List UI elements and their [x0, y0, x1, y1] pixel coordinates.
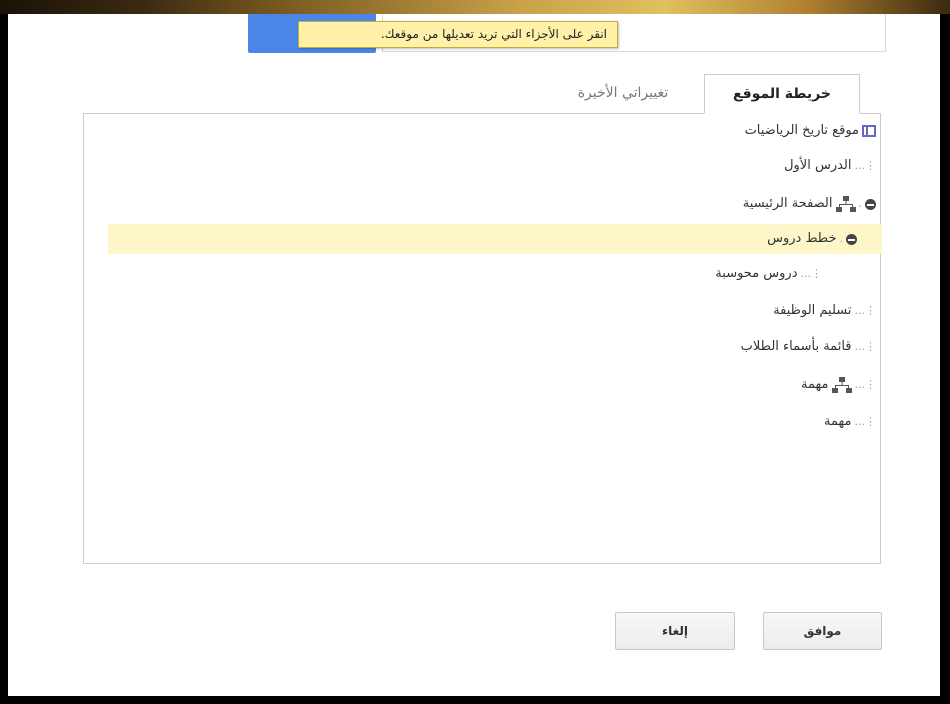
tree-connector-icon: ⋮...: [854, 378, 877, 391]
tree-connector-icon: ⋮...: [854, 340, 877, 353]
tree-item-label: موقع تاريخ الرياضيات: [744, 123, 859, 138]
site-icon: [862, 125, 876, 137]
tree-item-site-root[interactable]: موقع تاريخ الرياضيات: [84, 116, 880, 146]
tree-item[interactable]: ⋮... تسليم الوظيفة: [84, 296, 880, 326]
tree-connector-icon: ⋮...: [854, 159, 877, 172]
cancel-button[interactable]: إلغاء: [615, 612, 735, 650]
tab-recent-changes[interactable]: تغييراتي الأخيرة: [548, 74, 698, 114]
tree-item-selected[interactable]: . خطط دروس: [108, 224, 882, 254]
tree-item-label: خطط دروس: [767, 231, 837, 246]
tree-item-label: دروس محوسبة: [715, 266, 798, 281]
site-tree-panel: موقع تاريخ الرياضيات ⋮... الدرس الأول .: [83, 113, 882, 564]
tree-connector-icon: ⋮...: [854, 415, 877, 428]
tree-item-label: الصفحة الرئيسية: [742, 196, 833, 211]
tree-item[interactable]: ⋮... مهمة: [84, 370, 880, 400]
tree-item[interactable]: ⋮... الدرس الأول: [84, 151, 880, 181]
tree-item-label: مهمة: [801, 377, 829, 392]
tree-item[interactable]: ⋮... دروس محوسبة: [84, 259, 880, 289]
tree-item-label: مهمة: [824, 414, 852, 429]
tree-item[interactable]: ⋮... مهمة: [84, 407, 880, 437]
ok-button[interactable]: موافق: [763, 612, 882, 650]
tree-item-label: الدرس الأول: [784, 158, 852, 173]
tree-item[interactable]: . الصفحة الرئيسية: [84, 189, 880, 219]
sitemap-icon: [831, 377, 852, 393]
sitemap-icon: [835, 196, 856, 212]
collapse-icon[interactable]: [846, 233, 857, 245]
collapse-icon[interactable]: [865, 198, 876, 210]
tree-connector-icon: ⋮...: [854, 304, 877, 317]
site-map-dialog: انقر على الأجزاء التي تريد تعديلها من مو…: [8, 14, 940, 696]
tree-connector-icon: .: [858, 197, 863, 210]
tab-site-map[interactable]: خريطة الموقع: [704, 74, 860, 114]
help-tooltip: انقر على الأجزاء التي تريد تعديلها من مو…: [298, 21, 618, 48]
tree-connector-icon: .: [839, 232, 844, 245]
window-title-bar: [0, 0, 950, 14]
tree-item-label: قائمة بأسماء الطلاب: [740, 339, 852, 354]
tree-item-label: تسليم الوظيفة: [773, 303, 852, 318]
tree-item[interactable]: ⋮... قائمة بأسماء الطلاب: [84, 332, 880, 362]
tree-connector-icon: ⋮...: [800, 267, 823, 280]
